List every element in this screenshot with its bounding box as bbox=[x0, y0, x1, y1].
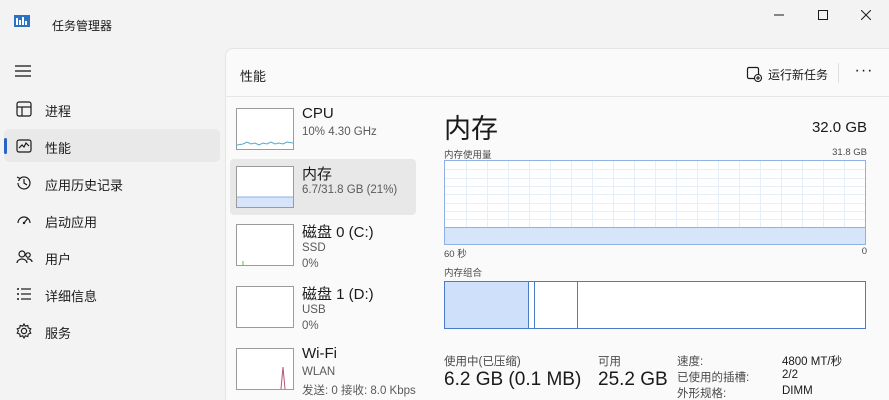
perf-item-name: 磁盘 1 (D:) bbox=[302, 286, 374, 303]
perf-item-name: 内存 bbox=[302, 166, 333, 183]
performance-icon bbox=[16, 139, 32, 153]
details-icon bbox=[17, 288, 31, 300]
in-use-value: 6.2 GB (0.1 MB) bbox=[444, 369, 582, 390]
sidebar-item-users[interactable]: 用户 bbox=[4, 240, 220, 273]
performance-resource-list: CPU 10% 4.30 GHz 内存 6.7/31.8 GB (21%) 磁盘… bbox=[226, 97, 426, 400]
composition-standby bbox=[535, 282, 578, 328]
perf-item-detail: 6.7/31.8 GB (21%) bbox=[302, 184, 398, 196]
usage-graph-label: 内存使用量 bbox=[444, 150, 492, 161]
cpu-thumbnail-graph bbox=[236, 108, 294, 150]
close-icon bbox=[861, 10, 871, 20]
disk1-thumbnail-graph bbox=[236, 286, 294, 328]
maximize-icon bbox=[818, 10, 828, 20]
perf-item-usage: 0% bbox=[302, 320, 319, 332]
form-factor-value: DIMM bbox=[782, 385, 813, 397]
sidebar-item-services[interactable]: 服务 bbox=[4, 314, 220, 347]
run-new-task-icon bbox=[746, 66, 762, 82]
page-header: 性能 运行新任务 ··· bbox=[226, 49, 889, 97]
history-icon bbox=[16, 176, 31, 190]
slots-used-label: 已使用的插槽: bbox=[677, 372, 750, 384]
perf-item-wifi[interactable]: Wi-Fi WLAN 发送: 0 接收: 8.0 Kbps bbox=[230, 341, 416, 397]
hamburger-menu-icon[interactable] bbox=[13, 63, 33, 79]
perf-item-detail: 10% 4.30 GHz bbox=[302, 126, 377, 138]
minimize-icon bbox=[774, 14, 784, 16]
sidebar-item-processes[interactable]: 进程 bbox=[4, 92, 220, 125]
processes-icon bbox=[16, 101, 32, 117]
memory-thumbnail-graph bbox=[236, 166, 294, 208]
sidebar-item-label: 启动应用 bbox=[45, 215, 98, 230]
perf-item-memory[interactable]: 内存 6.7/31.8 GB (21%) bbox=[230, 159, 416, 215]
x-axis-end-label: 0 bbox=[861, 246, 867, 257]
perf-item-throughput: 发送: 0 接收: 8.0 Kbps bbox=[302, 385, 416, 397]
memory-usage-area bbox=[445, 227, 865, 244]
perf-item-detail: SSD bbox=[302, 242, 326, 254]
title-bar: 任务管理器 bbox=[0, 0, 889, 48]
memory-detail-pane: 内存 32.0 GB 内存使用量 31.8 GB 60 秒 0 内存组合 使用中… bbox=[436, 97, 889, 400]
perf-item-detail: USB bbox=[302, 304, 326, 316]
task-manager-icon bbox=[14, 15, 30, 27]
perf-item-cpu[interactable]: CPU 10% 4.30 GHz bbox=[230, 101, 416, 157]
available-label: 可用 bbox=[598, 356, 621, 368]
maximize-button[interactable] bbox=[800, 0, 846, 30]
sidebar-item-label: 性能 bbox=[45, 141, 72, 156]
in-use-label: 使用中(已压缩) bbox=[444, 356, 521, 368]
more-options-button[interactable]: ··· bbox=[852, 61, 876, 85]
run-new-task-label: 运行新任务 bbox=[768, 67, 829, 82]
sidebar-item-app-history[interactable]: 应用历史记录 bbox=[4, 166, 220, 199]
x-axis-start-label: 60 秒 bbox=[444, 249, 467, 260]
wifi-sparkline bbox=[280, 366, 286, 389]
speed-value: 4800 MT/秒 bbox=[782, 356, 843, 368]
cpu-sparkline bbox=[237, 141, 293, 146]
startup-icon bbox=[17, 216, 31, 225]
available-value: 25.2 GB bbox=[598, 369, 668, 390]
sidebar-item-label: 应用历史记录 bbox=[45, 178, 124, 193]
page-title: 性能 bbox=[240, 69, 267, 84]
perf-item-name: CPU bbox=[302, 105, 334, 122]
form-factor-label: 外形规格: bbox=[677, 388, 727, 400]
detail-title: 内存 bbox=[444, 114, 498, 144]
run-new-task-button[interactable]: 运行新任务 bbox=[746, 62, 828, 86]
close-button[interactable] bbox=[843, 0, 889, 30]
users-icon bbox=[16, 250, 33, 264]
active-indicator bbox=[4, 138, 7, 154]
perf-item-disk-0[interactable]: 磁盘 0 (C:) SSD 0% bbox=[230, 217, 416, 273]
memory-usage-grid bbox=[445, 161, 865, 244]
minimize-button[interactable] bbox=[756, 0, 802, 30]
sidebar-item-label: 进程 bbox=[45, 104, 72, 119]
composition-in-use bbox=[445, 282, 529, 328]
sidebar-item-label: 用户 bbox=[45, 252, 72, 267]
memory-sparkline bbox=[237, 196, 293, 207]
usage-graph-max: 31.8 GB bbox=[832, 147, 867, 158]
composition-label: 内存组合 bbox=[444, 268, 483, 279]
disk0-sparkline bbox=[242, 261, 244, 265]
speed-label: 速度: bbox=[677, 356, 704, 368]
window-title: 任务管理器 bbox=[52, 19, 113, 33]
perf-item-usage: 0% bbox=[302, 258, 319, 270]
wifi-thumbnail-graph bbox=[236, 348, 294, 390]
services-icon bbox=[16, 322, 32, 340]
sidebar: 进程 性能 应用历史记录 启动应用 用户 详细信息 服务 bbox=[0, 48, 225, 400]
sidebar-item-details[interactable]: 详细信息 bbox=[4, 277, 220, 310]
perf-item-name: Wi-Fi bbox=[302, 345, 337, 362]
sidebar-item-label: 详细信息 bbox=[45, 289, 98, 304]
perf-item-disk-1[interactable]: 磁盘 1 (D:) USB 0% bbox=[230, 279, 416, 335]
memory-usage-graph bbox=[444, 160, 866, 245]
main-panel: 性能 运行新任务 ··· CPU 10% 4.30 GHz 内存 6.7/31.… bbox=[225, 48, 889, 400]
sidebar-item-startup-apps[interactable]: 启动应用 bbox=[4, 203, 220, 236]
perf-item-name: 磁盘 0 (C:) bbox=[302, 224, 374, 241]
sidebar-item-label: 服务 bbox=[45, 326, 72, 341]
slots-used-value: 2/2 bbox=[782, 369, 798, 381]
disk0-thumbnail-graph bbox=[236, 224, 294, 266]
memory-composition-bar bbox=[444, 281, 866, 329]
perf-item-detail: WLAN bbox=[302, 366, 336, 378]
sidebar-item-performance[interactable]: 性能 bbox=[4, 129, 220, 162]
header-divider bbox=[838, 63, 839, 83]
memory-total: 32.0 GB bbox=[811, 119, 867, 136]
